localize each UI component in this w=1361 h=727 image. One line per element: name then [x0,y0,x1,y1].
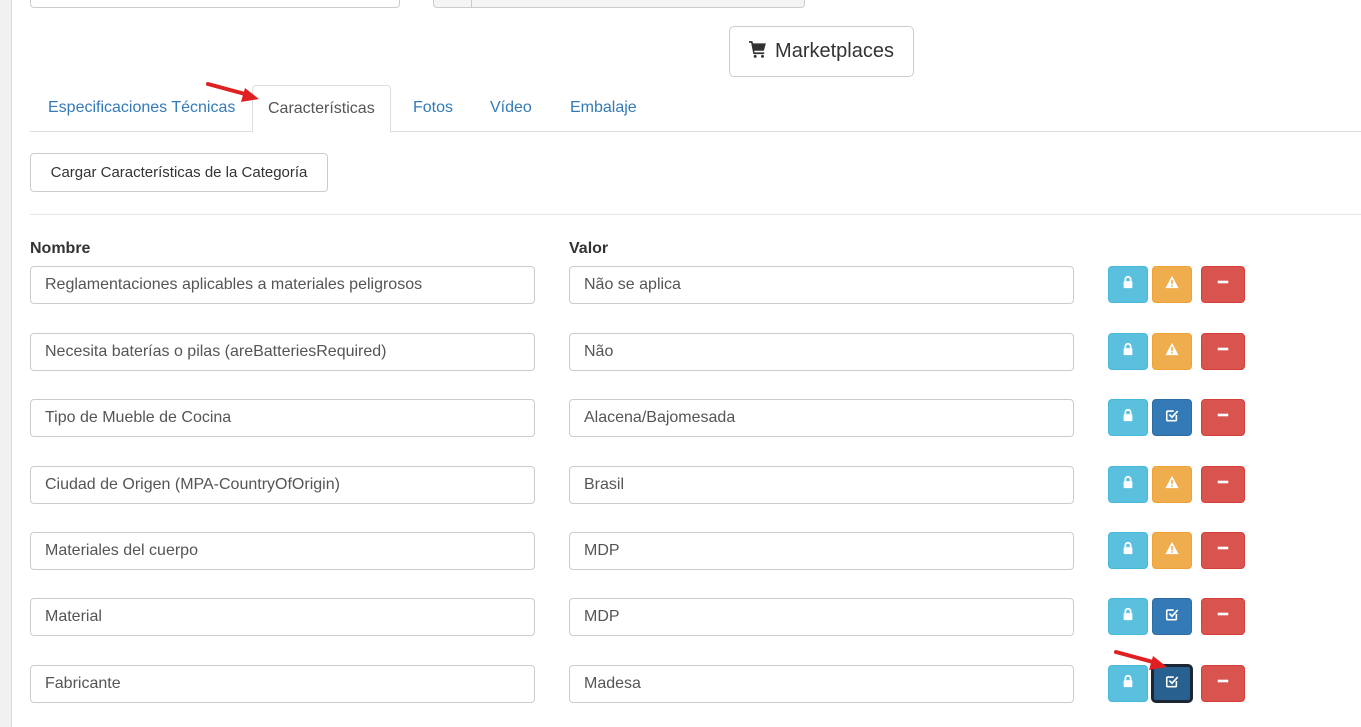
marketplaces-label: Marketplaces [775,40,894,62]
tab-fotos[interactable]: Fotos [398,85,468,132]
lock-icon [1121,541,1135,560]
annotation-arrow-icon [1114,650,1167,670]
lock-button[interactable] [1108,532,1148,569]
tab-caracteristicas[interactable]: Características [252,85,391,133]
feature-row: Material MDP [0,598,1361,636]
minus-icon [1216,275,1230,294]
lock-icon [1121,342,1135,361]
check-square-icon [1165,607,1179,626]
warning-icon [1165,342,1179,361]
warning-button[interactable] [1152,266,1192,303]
feature-value-input[interactable]: Brasil [569,466,1074,504]
warning-button[interactable] [1152,466,1192,503]
minus-icon [1216,674,1230,693]
check-square-icon [1165,674,1179,693]
warning-icon [1165,475,1179,494]
minus-icon [1216,342,1230,361]
check-square-icon [1165,408,1179,427]
warning-icon [1165,275,1179,294]
feature-name-input[interactable]: Necesita baterías o pilas (areBatteriesR… [30,333,535,371]
lock-button[interactable] [1108,466,1148,503]
warning-button[interactable] [1152,333,1192,370]
lock-icon [1121,408,1135,427]
column-header-name: Nombre [30,240,91,257]
check-button[interactable] [1152,399,1192,436]
annotation-arrow-icon [206,82,259,102]
minus-icon [1216,408,1230,427]
shopping-cart-icon [749,40,767,64]
feature-row: Necesita baterías o pilas (areBatteriesR… [0,333,1361,371]
feature-name-input[interactable]: Fabricante [30,665,535,703]
tab-embalaje[interactable]: Embalaje [555,85,652,132]
feature-name-input[interactable]: Tipo de Mueble de Cocina [30,399,535,437]
lock-button[interactable] [1108,399,1148,436]
minus-icon [1216,541,1230,560]
lock-icon [1121,607,1135,626]
remove-button[interactable] [1201,665,1245,702]
minus-icon [1216,475,1230,494]
feature-value-input[interactable]: MDP [569,598,1074,636]
feature-name-input[interactable]: Ciudad de Origen (MPA-CountryOfOrigin) [30,466,535,504]
feature-value-input[interactable]: Madesa [569,665,1074,703]
remove-button[interactable] [1201,532,1245,569]
lock-button[interactable] [1108,333,1148,370]
remove-button[interactable] [1201,399,1245,436]
top-input-group[interactable] [433,0,805,8]
tab-video[interactable]: Vídeo [475,85,547,132]
lock-button[interactable] [1108,598,1148,635]
feature-value-input[interactable]: Não [569,333,1074,371]
marketplaces-button[interactable]: Marketplaces [729,26,914,77]
top-input-field[interactable] [30,0,400,8]
warning-button[interactable] [1152,532,1192,569]
remove-button[interactable] [1201,598,1245,635]
lock-icon [1121,275,1135,294]
check-button[interactable] [1152,598,1192,635]
feature-name-input[interactable]: Reglamentaciones aplicables a materiales… [30,266,535,304]
remove-button[interactable] [1201,333,1245,370]
load-category-features-button[interactable]: Cargar Características de la Categoría [30,153,328,192]
lock-button[interactable] [1108,266,1148,303]
feature-name-input[interactable]: Materiales del cuerpo [30,532,535,570]
warning-icon [1165,541,1179,560]
divider [30,214,1361,215]
lock-icon [1121,475,1135,494]
feature-value-input[interactable]: Não se aplica [569,266,1074,304]
remove-button[interactable] [1201,266,1245,303]
feature-row: Materiales del cuerpo MDP [0,532,1361,570]
feature-row: Tipo de Mueble de Cocina Alacena/Bajomesa… [0,399,1361,437]
minus-icon [1216,607,1230,626]
feature-row: Reglamentaciones aplicables a materiales… [0,266,1361,304]
feature-name-input[interactable]: Material [30,598,535,636]
remove-button[interactable] [1201,466,1245,503]
feature-row: Ciudad de Origen (MPA-CountryOfOrigin) Br… [0,466,1361,504]
column-header-value: Valor [569,240,609,257]
lock-icon [1121,674,1135,693]
feature-value-input[interactable]: Alacena/Bajomesada [569,399,1074,437]
feature-value-input[interactable]: MDP [569,532,1074,570]
